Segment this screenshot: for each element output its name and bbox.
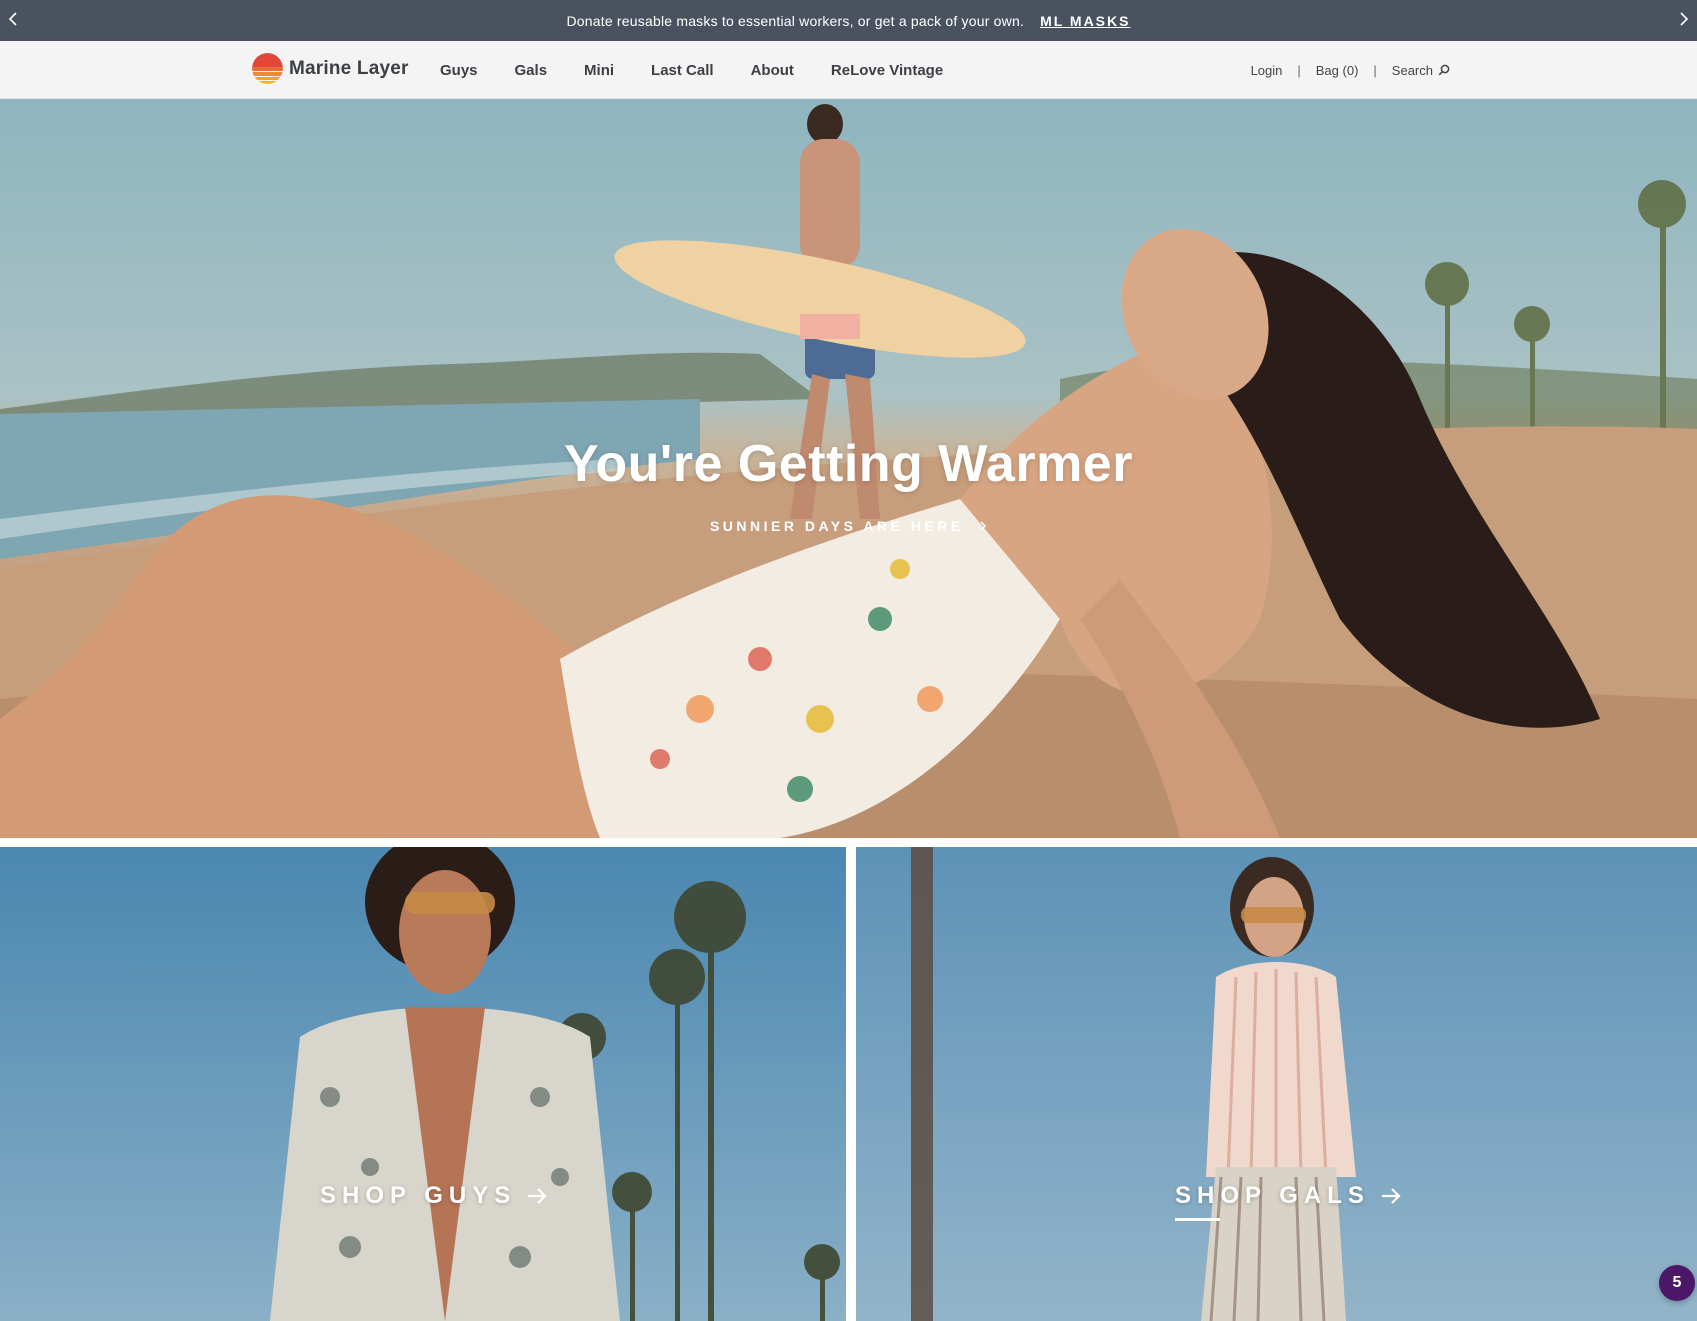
announcement-next-button[interactable] [1671, 6, 1697, 32]
hero-cta-link[interactable]: SUNNIER DAYS ARE HERE [0, 518, 1697, 534]
rewards-badge[interactable]: 5 [1659, 1265, 1695, 1301]
active-underline [1175, 1218, 1220, 1221]
arrow-right-icon [1381, 1188, 1401, 1204]
login-link[interactable]: Login [1251, 63, 1283, 78]
ml-masks-link[interactable]: ML MASKS [1040, 13, 1130, 29]
nav-last-call[interactable]: Last Call [651, 62, 714, 79]
gals-model-photo [911, 847, 1356, 1321]
chevron-right-icon [979, 518, 987, 534]
arrow-right-icon [528, 1188, 547, 1204]
nav-relove-vintage[interactable]: ReLove Vintage [831, 62, 943, 79]
chevron-left-icon [8, 12, 17, 26]
brand-name: Marine Layer [289, 57, 409, 79]
site-header: Marine Layer Guys Gals Mini Last Call Ab… [0, 41, 1697, 99]
bag-link[interactable]: Bag (0) [1316, 63, 1359, 78]
sunset-logo-icon [252, 53, 283, 84]
shop-guys-link[interactable]: SHOP GUYS [320, 1182, 548, 1210]
shop-guys-label: SHOP GUYS [320, 1182, 517, 1209]
shop-gals-label: SHOP GALS [1175, 1182, 1370, 1209]
guys-model-photo [270, 847, 840, 1321]
hero-cta-label: SUNNIER DAYS ARE HERE [709, 518, 964, 534]
announcement-prev-button[interactable] [0, 6, 26, 32]
hero-banner[interactable]: You're Getting Warmer SUNNIER DAYS ARE H… [0, 99, 1697, 838]
nav-guys[interactable]: Guys [440, 62, 478, 79]
search-button[interactable]: Search [1392, 63, 1450, 78]
announcement-message: Donate reusable masks to essential worke… [566, 12, 1025, 29]
nav-mini[interactable]: Mini [584, 62, 614, 79]
brand-home-link[interactable]: Marine Layer [252, 53, 409, 84]
shop-guys-tile[interactable]: SHOP GUYS [0, 847, 846, 1321]
search-label: Search [1391, 62, 1433, 78]
hero-headline: You're Getting Warmer [564, 435, 1133, 493]
shop-gals-link[interactable]: SHOP GALS [1175, 1182, 1402, 1210]
shop-gals-tile[interactable]: SHOP GALS [856, 847, 1697, 1321]
nav-about[interactable]: About [751, 62, 794, 79]
chevron-right-icon [1680, 12, 1689, 26]
nav-gals[interactable]: Gals [515, 62, 548, 79]
announcement-bar: Donate reusable masks to essential worke… [0, 0, 1697, 41]
main-nav: Guys Gals Mini Last Call About ReLove Vi… [440, 41, 980, 99]
utility-separator: | [1373, 62, 1377, 78]
utility-nav: Login | Bag (0) | Search [1251, 41, 1450, 99]
magnifier-icon [1438, 64, 1450, 76]
utility-separator: | [1297, 62, 1301, 78]
